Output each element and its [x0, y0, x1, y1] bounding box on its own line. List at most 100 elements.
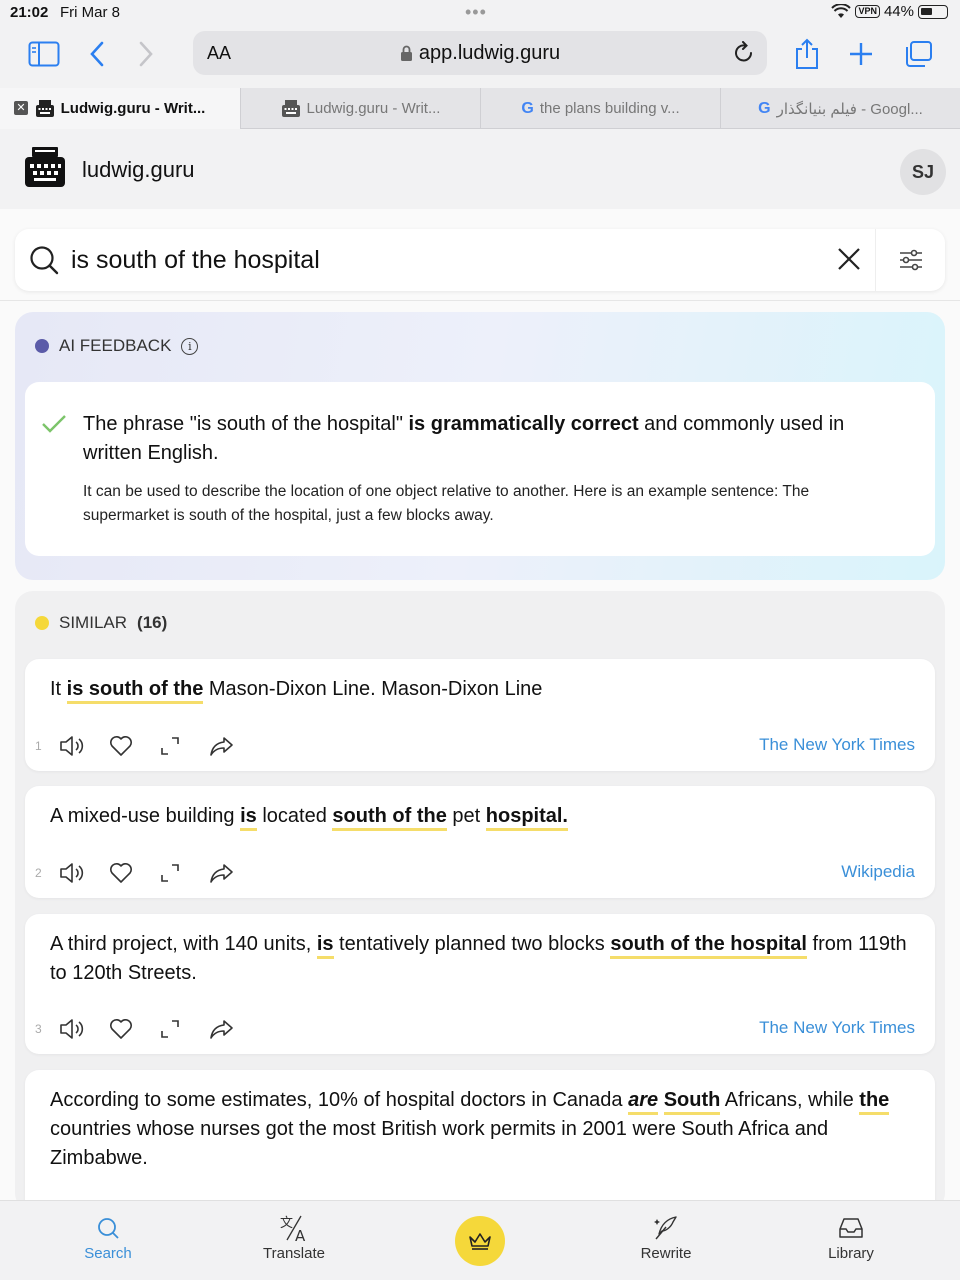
status-time: 21:02	[10, 4, 49, 21]
crown-icon	[469, 1233, 491, 1250]
tab-overview-icon[interactable]	[898, 36, 938, 72]
typewriter-icon	[281, 99, 300, 117]
source-link[interactable]: The New York Times	[759, 735, 915, 755]
source-link[interactable]: The New York Times	[759, 1018, 915, 1038]
sentence-part: According to some estimates, 10% of hosp…	[50, 1089, 629, 1111]
result-sentence[interactable]: According to some estimates, 10% of hosp…	[50, 1086, 910, 1173]
search-icon	[48, 1211, 168, 1245]
similar-panel: SIMILAR (16) It is south of the Mason-Di…	[15, 591, 945, 1200]
result-sentence[interactable]: A mixed-use building is located south of…	[50, 802, 910, 831]
multitasking-dots[interactable]: •••	[465, 2, 487, 23]
tab-google-film[interactable]: G فیلم بنیانگذار - Googl...	[720, 88, 960, 129]
match-highlight: the	[859, 1089, 890, 1115]
address-bar[interactable]: AA app.ludwig.guru	[193, 31, 767, 75]
result-card[interactable]: A third project, with 140 units, is tent…	[25, 914, 935, 1054]
share-arrow-icon[interactable]	[209, 862, 259, 884]
nav-library-label: Library	[828, 1245, 874, 1262]
typewriter-logo-icon[interactable]	[24, 147, 66, 194]
source-link[interactable]: Wikipedia	[841, 862, 915, 882]
search-area	[0, 209, 960, 301]
new-tab-icon[interactable]	[841, 36, 881, 72]
premium-crown-button[interactable]	[455, 1216, 505, 1266]
result-card[interactable]: It is south of the Mason-Dixon Line. Mas…	[25, 659, 935, 771]
sentence-part: Mason-Dixon Line. Mason-Dixon Line	[203, 678, 543, 700]
google-icon: G	[758, 99, 771, 117]
result-card[interactable]: According to some estimates, 10% of hosp…	[25, 1070, 935, 1200]
result-card[interactable]: A mixed-use building is located south of…	[25, 786, 935, 898]
share-arrow-icon[interactable]	[209, 1018, 259, 1040]
tab-title: فیلم بنیانگذار - Googl...	[776, 100, 923, 118]
speaker-icon[interactable]	[59, 1018, 109, 1040]
share-arrow-icon[interactable]	[209, 735, 259, 757]
match-highlight: is	[240, 805, 257, 831]
sentence-part: It	[50, 678, 67, 700]
avatar[interactable]: SJ	[900, 149, 946, 195]
similar-count: (16)	[137, 613, 168, 632]
heart-icon[interactable]	[109, 862, 159, 884]
filter-button[interactable]	[875, 229, 945, 291]
status-right: VPN 44%	[831, 3, 948, 20]
tab-title: Ludwig.guru - Writ...	[306, 100, 441, 117]
url-text: app.ludwig.guru	[418, 42, 561, 64]
ai-feedback-card: AI FEEDBACK i The phrase "is south of th…	[15, 312, 945, 580]
google-icon: G	[521, 99, 534, 117]
ai-feedback-explanation: It can be used to describe the location …	[83, 483, 810, 524]
tab-ludwig-2[interactable]: Ludwig.guru - Writ...	[240, 88, 480, 129]
similar-label: SIMILAR	[59, 613, 128, 632]
nav-library[interactable]: Library	[791, 1211, 911, 1262]
quill-icon	[606, 1211, 726, 1245]
battery-percent: 44%	[883, 3, 914, 20]
wifi-icon	[831, 4, 852, 18]
search-input[interactable]	[71, 241, 811, 279]
similar-dot	[35, 616, 49, 630]
brand-name[interactable]: ludwig.guru	[82, 157, 195, 183]
sentence-part: A third project, with 140 units,	[50, 933, 317, 955]
reload-icon[interactable]	[733, 41, 755, 65]
ai-feedback-dot	[35, 339, 49, 353]
match-highlight: is south of the	[66, 678, 204, 704]
expand-icon[interactable]	[159, 1018, 209, 1040]
site-header: ludwig.guru SJ	[0, 129, 960, 209]
result-sentence[interactable]: It is south of the Mason-Dixon Line. Mas…	[50, 675, 910, 704]
heart-icon[interactable]	[109, 735, 159, 757]
speaker-icon[interactable]	[59, 862, 109, 884]
tab-title: the plans building v...	[539, 100, 680, 117]
typewriter-icon	[35, 99, 54, 117]
tab-ludwig-1[interactable]: ✕ Ludwig.guru - Writ...	[0, 88, 240, 129]
ai-feedback-label: AI FEEDBACK	[59, 336, 172, 355]
expand-icon[interactable]	[159, 735, 209, 757]
sentence-part: located	[256, 805, 333, 827]
expand-icon[interactable]	[159, 862, 209, 884]
heart-icon[interactable]	[109, 1018, 159, 1040]
info-icon[interactable]: i	[181, 337, 199, 355]
speaker-icon[interactable]	[59, 735, 109, 757]
back-icon[interactable]	[77, 36, 117, 72]
main-content: AI FEEDBACK i The phrase "is south of th…	[0, 301, 960, 1200]
share-icon[interactable]	[787, 36, 827, 72]
sentence-part: tentatively planned two blocks	[333, 933, 611, 955]
tab-google-plans[interactable]: G the plans building v...	[480, 88, 720, 129]
clear-search-icon[interactable]	[835, 245, 863, 273]
nav-translate[interactable]: 文A Translate	[234, 1211, 354, 1262]
result-sentence[interactable]: A third project, with 140 units, is tent…	[50, 930, 910, 988]
search-icon	[30, 246, 59, 275]
check-icon	[42, 415, 66, 433]
nav-search[interactable]: Search	[48, 1211, 168, 1262]
match-highlight: south of the	[332, 805, 447, 831]
sidebar-toggle-icon[interactable]	[24, 36, 64, 72]
url-display[interactable]: app.ludwig.guru	[193, 42, 767, 65]
vpn-badge: VPN	[855, 5, 880, 18]
inbox-tray-icon	[791, 1211, 911, 1245]
match-highlight: South	[663, 1089, 721, 1115]
svg-text:文: 文	[280, 1216, 293, 1231]
close-tab-icon[interactable]: ✕	[14, 101, 28, 115]
forward-icon[interactable]	[126, 36, 166, 72]
nav-translate-label: Translate	[263, 1245, 325, 1262]
result-number: 1	[35, 739, 42, 753]
result-number: 2	[35, 866, 42, 880]
browser-tabs: ✕ Ludwig.guru - Writ... Ludwig.guru - Wr…	[0, 88, 960, 129]
nav-rewrite[interactable]: Rewrite	[606, 1211, 726, 1262]
status-bar: 21:02 Fri Mar 8 ••• VPN 44%	[0, 0, 960, 26]
match-highlight: is	[316, 933, 334, 959]
bottom-nav: Search 文A Translate Rewrite Library	[0, 1200, 960, 1280]
